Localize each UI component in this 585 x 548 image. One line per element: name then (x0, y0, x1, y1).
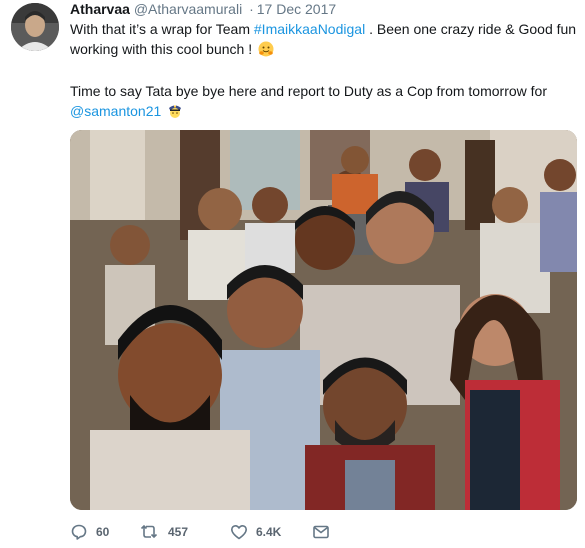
tweet-line-3: Time to say Tata bye bye here and report… (70, 83, 547, 99)
mention-link[interactable]: @samanton21 (70, 103, 161, 119)
display-name[interactable]: Atharvaa (70, 1, 130, 17)
separator: · (249, 1, 254, 17)
reply-icon (70, 523, 88, 541)
retweet-count: 457 (168, 525, 189, 539)
retweet-icon (140, 523, 160, 541)
reply-count: 60 (96, 525, 110, 539)
tweet-text: With that it’s a wrap for Team #Imaikkaa… (70, 19, 580, 124)
avatar[interactable] (11, 3, 59, 51)
tweet-line-4: @samanton21 (70, 101, 580, 124)
tweet-photo[interactable] (70, 130, 577, 510)
avatar-image (11, 3, 59, 51)
hugging-face-emoji (258, 41, 274, 62)
tweet-line-1: With that it’s a wrap for Team #Imaikkaa… (70, 19, 580, 39)
tweet-body: Atharvaa @Atharvaamurali · 17 Dec 2017 Wi… (70, 0, 580, 124)
tweet-actions: 60 457 6.4K (70, 522, 330, 542)
user-handle[interactable]: @Atharvaamurali (134, 1, 242, 17)
group-selfie-image (70, 130, 577, 510)
police-officer-emoji (167, 103, 183, 124)
reply-button[interactable]: 60 (70, 523, 140, 541)
direct-message-button[interactable] (312, 523, 330, 541)
direct-message-icon (312, 523, 330, 541)
tweet-header: Atharvaa @Atharvaamurali · 17 Dec 2017 (70, 0, 580, 19)
retweet-button[interactable]: 457 (140, 523, 230, 541)
hashtag-link[interactable]: #ImaikkaaNodigal (254, 21, 365, 37)
tweet-text-part: With that it’s a wrap for Team (70, 21, 254, 37)
tweet-text-part: working with this cool bunch ! (70, 41, 253, 57)
like-button[interactable]: 6.4K (230, 523, 312, 541)
tweet-line-2: working with this cool bunch ! (70, 39, 580, 62)
like-icon (230, 523, 248, 541)
tweet-text-part: . Been one crazy ride & Good fun (365, 21, 577, 37)
like-count: 6.4K (256, 525, 282, 539)
tweet-date[interactable]: 17 Dec 2017 (257, 1, 336, 17)
